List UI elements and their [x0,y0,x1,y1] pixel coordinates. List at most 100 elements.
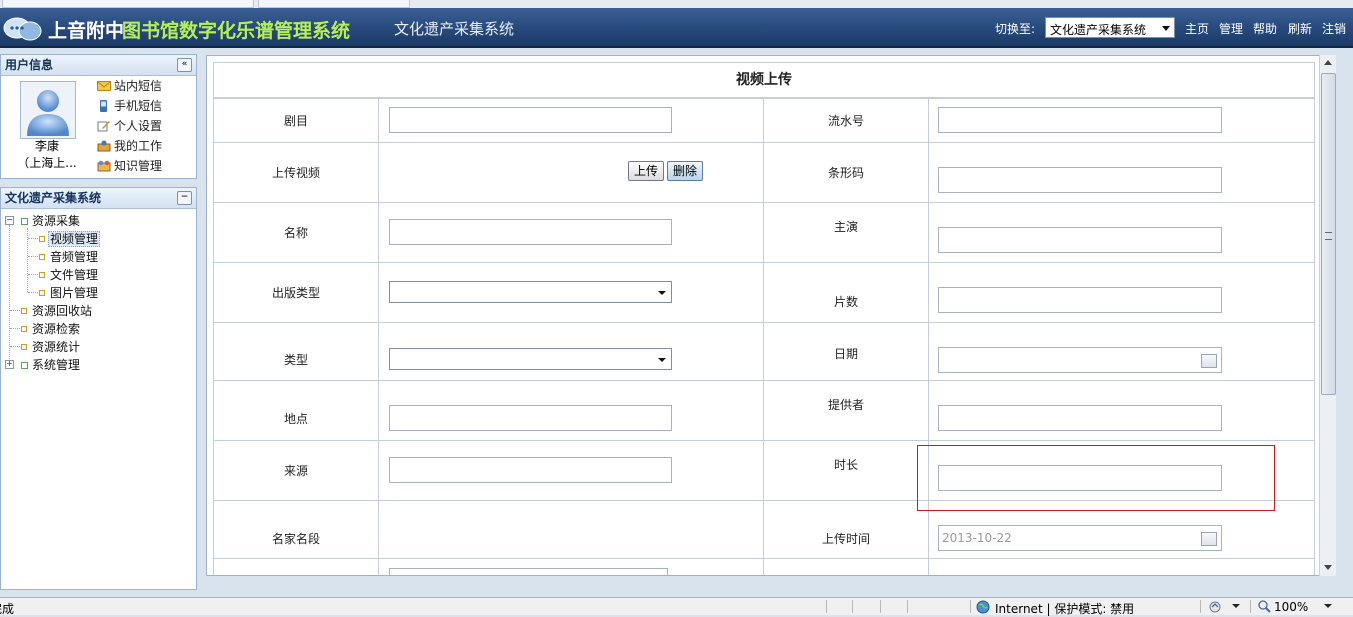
serial-input[interactable] [938,107,1222,133]
sms-link[interactable]: 手机短信 [97,97,162,115]
label-barcode: 条形码 [827,166,864,180]
scroll-up-arrow-icon[interactable] [1324,60,1332,65]
location-input[interactable] [389,405,672,431]
label-type: 类型 [283,353,308,367]
status-separator [907,600,908,613]
chevron-down-icon[interactable] [1232,604,1240,608]
status-separator [880,600,881,613]
form-cell [763,558,929,575]
subsystem-title: 文化遗产采集系统 [394,20,515,38]
episodes-input[interactable] [938,287,1222,313]
collapse-left-icon[interactable]: « [177,58,192,72]
system-switch-value: 文化遗产采集系统 [1050,23,1147,37]
home-link[interactable]: 主页 [1185,20,1209,37]
help-link[interactable]: 帮助 [1253,20,1277,37]
provider-input[interactable] [938,405,1222,431]
app-title-school: 上音附中 [48,20,125,42]
user-avatar [20,81,76,139]
leaf-node-icon [21,344,27,350]
scroll-thumb[interactable] [1321,73,1336,395]
tree-item-audio-manage[interactable]: 音频管理 [49,248,99,266]
minus-icon[interactable]: − [177,191,192,205]
security-zone: Internet | 保护模式: 禁用 [995,602,1135,616]
nav-panel-header: 文化遗产采集系统 − [1,188,196,209]
tree-item-recycle-bin[interactable]: 资源回收站 [31,302,93,320]
leaf-node-icon [39,236,45,242]
tree-item-video-manage[interactable]: 视频管理 [48,230,101,248]
calendar-icon[interactable] [1201,532,1217,546]
tree-line [28,292,38,293]
form-cell [378,142,764,203]
label-lead-actor: 主演 [833,220,858,234]
globe-icon [976,600,990,614]
label-play: 剧目 [283,114,308,128]
app-title-system: 图书馆数字化乐谱管理系统 [122,20,351,42]
label-upload-video: 上传视频 [271,166,320,180]
personal-settings-link[interactable]: 个人设置 [97,117,162,135]
source-input[interactable] [389,457,672,483]
lead-actor-input[interactable] [938,227,1222,253]
switch-label: 切换至: [995,22,1036,36]
tree-line [28,256,38,257]
tree-item-system-manage[interactable]: 系统管理 [31,356,81,374]
tree-line [9,225,10,365]
date-input[interactable] [938,347,1222,373]
tree-item-resource-collect[interactable]: 资源采集 [31,212,81,230]
name-input[interactable] [389,219,672,245]
status-text: 完成 [0,602,14,616]
publish-type-select[interactable] [389,281,672,303]
my-work-link[interactable]: 我的工作 [97,137,162,155]
leaf-node-icon [39,290,45,296]
tree-item-file-manage[interactable]: 文件管理 [49,266,99,284]
browser-tab[interactable] [258,0,410,8]
zoom-level[interactable]: 100% [1274,600,1308,614]
upload-time-input[interactable]: 2013-10-22 [938,525,1222,551]
zoom-icon [1258,600,1271,613]
extra-input[interactable] [389,568,668,575]
leaf-node-icon [21,326,27,332]
grip-icon [1325,232,1332,240]
type-select[interactable] [389,348,672,370]
browser-tab[interactable] [2,0,254,8]
upload-button[interactable]: 上传 [628,161,665,181]
play-input[interactable] [389,107,672,133]
nav-panel-title: 文化遗产采集系统 [5,191,102,205]
upload-time-value: 2013-10-22 [942,531,1012,545]
manage-link[interactable]: 管理 [1219,20,1243,37]
knowledge-manage-link[interactable]: 知识管理 [97,157,162,175]
status-separator [1200,600,1201,613]
label-episodes: 片数 [833,295,858,309]
system-switch-select[interactable]: 文化遗产采集系统 [1045,17,1175,38]
main-content-frame: 视频上传 剧目 上传视频 名称 出版类型 类型 地点 来源 名家名段 流水号 条… [206,55,1336,576]
tree-item-resource-search[interactable]: 资源检索 [31,320,81,338]
internal-message-link[interactable]: 站内短信 [97,77,162,95]
tree-collapse-toggle[interactable]: − [5,216,14,225]
user-info-panel: 用户信息 « 李康 （上海上... 站内短信 手机短信 个人设置 我的工作 知识… [0,54,197,179]
briefcase-user-icon [97,140,111,152]
scroll-down-arrow-icon[interactable] [1324,565,1332,570]
label-source: 来源 [283,464,308,478]
label-location: 地点 [283,412,308,426]
protected-mode-icon[interactable] [1209,601,1223,613]
tree-line [28,238,38,239]
tree-item-image-manage[interactable]: 图片管理 [49,284,99,302]
status-separator [1250,600,1251,613]
duration-input[interactable] [938,465,1222,491]
logout-link[interactable]: 注销 [1322,20,1346,37]
form-cell [928,558,1315,575]
chevron-down-icon [1162,26,1170,31]
leaf-node-icon [39,272,45,278]
label-duration: 时长 [833,458,858,472]
tree-item-resource-stats[interactable]: 资源统计 [31,338,81,356]
browser-status-bar: 完成 Internet | 保护模式: 禁用 100% [0,597,1353,616]
refresh-link[interactable]: 刷新 [1288,20,1312,37]
calendar-icon[interactable] [1201,354,1217,368]
chevron-down-icon[interactable] [1324,604,1332,608]
delete-button[interactable]: 删除 [667,161,704,181]
barcode-input[interactable] [938,167,1222,193]
tree-expand-toggle[interactable]: + [5,360,14,369]
user-info-header: 用户信息 « [1,55,196,76]
form-title: 视频上传 [213,62,1315,99]
chevron-down-icon [658,291,666,295]
vertical-scrollbar[interactable] [1319,55,1336,576]
